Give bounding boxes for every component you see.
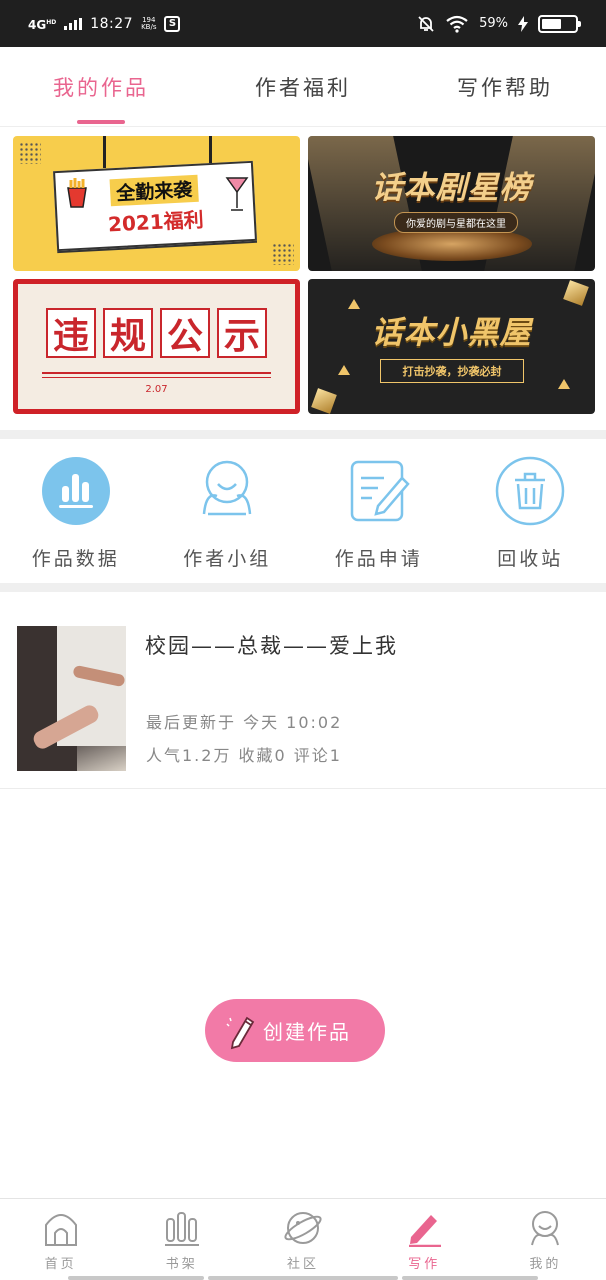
pin-decoration <box>103 136 106 168</box>
author-group-icon <box>192 456 262 526</box>
quick-work-apply[interactable]: 作品申请 <box>303 440 455 582</box>
star-ranking-subtitle: 你爱的剧与星都在这里 <box>394 212 518 233</box>
dots-decoration <box>272 243 294 265</box>
tab-author-welfare[interactable]: 作者福利 <box>202 47 404 126</box>
tab-my-works[interactable]: 我的作品 <box>0 47 202 126</box>
quick-author-group[interactable]: 作者小组 <box>152 440 304 582</box>
divider <box>42 372 271 374</box>
nav-bookshelf[interactable]: 书架 <box>121 1199 242 1280</box>
banner-welfare[interactable]: 全勤来袭 2021福利 <box>13 136 300 271</box>
signal-icon <box>64 17 83 30</box>
nav-indicator <box>208 1276 398 1280</box>
quick-work-data[interactable]: 作品数据 <box>0 440 152 582</box>
battery-percent: 59% <box>479 16 508 31</box>
banner-grid: 全勤来袭 2021福利 话本剧星榜 你爱的剧与星都在这里 违 规 公 示 2.0… <box>13 136 595 414</box>
quick-actions: 作品数据 作者小组 作品申请 回收站 <box>0 440 606 582</box>
top-tabs: 我的作品 作者福利 写作帮助 <box>0 47 606 127</box>
nav-indicator <box>68 1276 204 1280</box>
quick-work-apply-label: 作品申请 <box>334 548 423 570</box>
welfare-line1: 全勤来袭 <box>109 174 199 207</box>
network-type: 4GHD <box>28 17 57 32</box>
violation-date: 2.07 <box>145 384 168 395</box>
nav-community-label: 社区 <box>287 1257 320 1272</box>
quick-work-data-label: 作品数据 <box>31 548 120 570</box>
banner-violation-notice[interactable]: 违 规 公 示 2.07 <box>13 279 300 414</box>
mute-bell-icon <box>418 15 434 32</box>
nav-profile-label: 我的 <box>529 1257 562 1272</box>
bottom-nav: 首页 书架 社区 写作 我的 <box>0 1198 606 1280</box>
triangle-decoration <box>338 365 350 375</box>
home-icon <box>44 1214 77 1246</box>
nav-home-label: 首页 <box>44 1257 77 1272</box>
quick-recycle-bin[interactable]: 回收站 <box>455 440 606 582</box>
nav-indicator <box>402 1276 538 1280</box>
nav-home[interactable]: 首页 <box>0 1199 121 1280</box>
banner-star-ranking[interactable]: 话本剧星榜 你爱的剧与星都在这里 <box>308 136 595 271</box>
blackroom-subtitle: 打击抄袭，抄袭必封 <box>380 359 524 383</box>
battery-icon <box>538 14 581 33</box>
star-ranking-title: 话本剧星榜 <box>371 170 532 206</box>
work-cover-image <box>17 626 126 771</box>
status-bar: 4GHD 18:27 194 KB/s S 59% <box>0 0 606 47</box>
violation-char: 违 <box>46 308 96 358</box>
community-planet-icon <box>284 1212 322 1244</box>
quick-recycle-bin-label: 回收站 <box>497 548 564 570</box>
work-stats: 人气1.2万 收藏0 评论1 <box>146 746 342 765</box>
work-updated: 最后更新于 今天 10:02 <box>146 713 343 732</box>
work-title: 校园——总裁——爱上我 <box>145 634 398 658</box>
trash-icon <box>495 456 565 526</box>
status-time: 18:27 <box>90 15 134 32</box>
bookshelf-icon <box>164 1212 199 1246</box>
violation-title: 违 规 公 示 <box>46 308 267 358</box>
gold-cube-decoration <box>311 388 337 414</box>
gold-cube-decoration <box>563 280 589 306</box>
divider <box>42 377 271 378</box>
cocktail-icon <box>225 177 249 211</box>
fries-icon <box>67 178 87 208</box>
charging-icon <box>518 15 528 32</box>
pencil-icon <box>226 1016 255 1049</box>
network-speed: 194 KB/s <box>141 15 157 31</box>
screenshot-app-icon: S <box>164 15 181 32</box>
create-work-label: 创建作品 <box>263 1020 351 1044</box>
nav-profile[interactable]: 我的 <box>485 1199 606 1280</box>
violation-char: 示 <box>217 308 267 358</box>
dots-decoration <box>19 142 41 164</box>
nav-write[interactable]: 写作 <box>364 1199 485 1280</box>
edit-document-icon <box>344 456 414 526</box>
write-pen-icon <box>409 1215 442 1247</box>
nav-write-label: 写作 <box>408 1257 441 1272</box>
tab-writing-help[interactable]: 写作帮助 <box>404 47 606 126</box>
nav-community[interactable]: 社区 <box>242 1199 363 1280</box>
nav-bookshelf-label: 书架 <box>165 1257 198 1272</box>
welfare-line2: 2021福利 <box>107 207 205 237</box>
blackroom-title: 话本小黑屋 <box>371 315 532 351</box>
work-list-item[interactable]: 校园——总裁——爱上我 最后更新于 今天 10:02 人气1.2万 收藏0 评论… <box>0 592 606 789</box>
bar-chart-icon <box>41 456 111 526</box>
section-divider <box>0 583 606 592</box>
banner-blackroom[interactable]: 话本小黑屋 打击抄袭，抄袭必封 <box>308 279 595 414</box>
violation-char: 公 <box>160 308 210 358</box>
violation-char: 规 <box>103 308 153 358</box>
profile-icon <box>531 1211 560 1246</box>
section-divider <box>0 430 606 439</box>
triangle-decoration <box>558 379 570 389</box>
create-work-button[interactable]: 创建作品 <box>205 999 385 1062</box>
quick-author-group-label: 作者小组 <box>183 548 272 570</box>
wifi-icon <box>446 15 468 33</box>
